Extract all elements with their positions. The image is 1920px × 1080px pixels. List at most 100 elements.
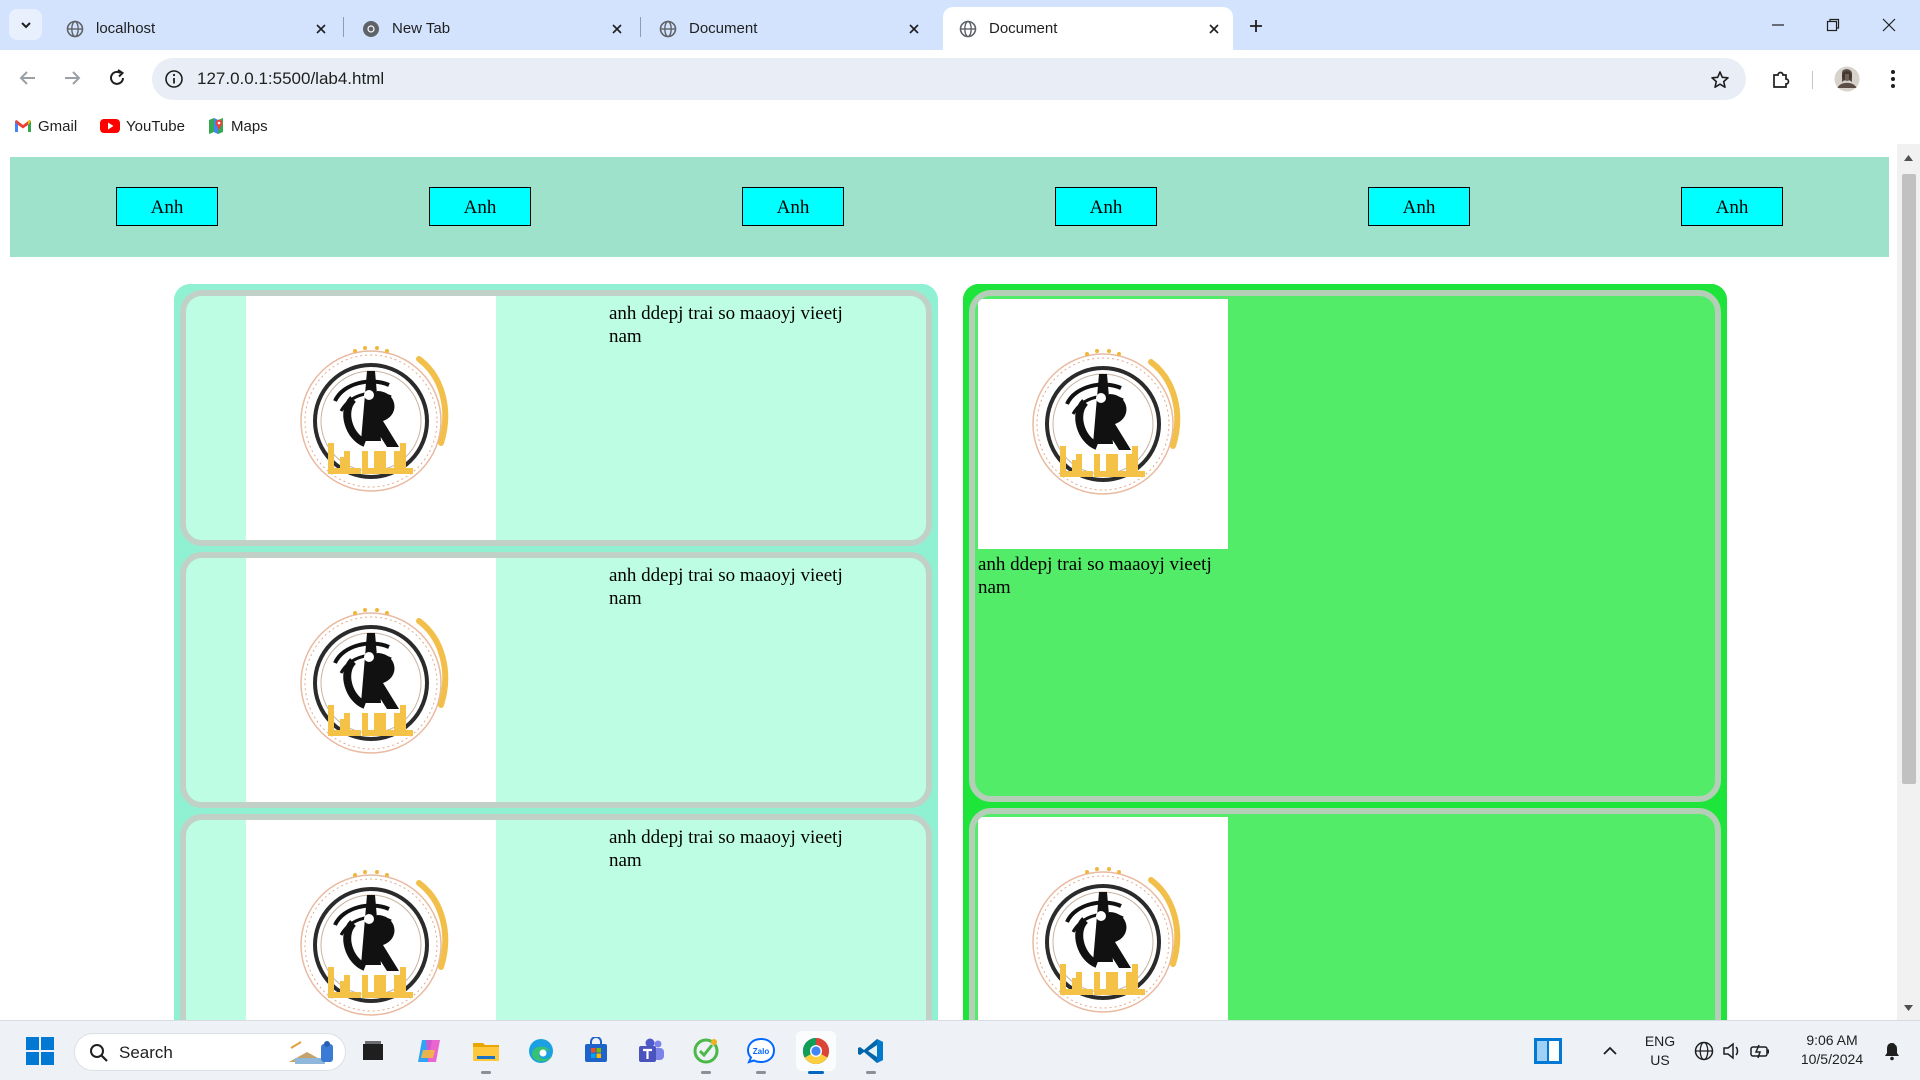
region-code: US (1650, 1052, 1670, 1068)
university-logo-image (246, 558, 496, 802)
nav-button-6[interactable]: Anh (1681, 187, 1783, 226)
search-highlight-icon (289, 1041, 333, 1064)
bookmark-youtube[interactable]: YouTube (100, 114, 185, 138)
clock[interactable]: 9:06 AM 10/5/2024 (1790, 1032, 1874, 1067)
close-window-button[interactable] (1862, 8, 1916, 42)
kebab-menu-icon (1891, 70, 1895, 88)
search-placeholder: Search (119, 1043, 173, 1062)
card: anh ddepj trai so maaoyj vieetj nam (180, 552, 932, 808)
nav-button-5[interactable]: Anh (1368, 187, 1470, 226)
bookmark-maps[interactable]: Maps (207, 114, 268, 138)
crest-graphic (300, 346, 449, 492)
restore-button[interactable] (1806, 8, 1860, 42)
globe-icon (659, 20, 677, 37)
taskbar-app-zalo[interactable]: Zalo (741, 1031, 781, 1074)
youtube-icon (100, 119, 120, 133)
notifications-button[interactable] (1874, 1031, 1910, 1071)
language-indicator[interactable]: ENG US (1640, 1033, 1680, 1068)
university-logo-image (978, 817, 1228, 1020)
page-viewport: Anh Anh Anh Anh Anh Anh anh ddepj trai s… (0, 144, 1920, 1020)
edge-icon (529, 1039, 553, 1063)
taskbar-app-widgets[interactable] (353, 1031, 393, 1071)
minimize-button[interactable] (1751, 8, 1805, 42)
volume-icon (1723, 1042, 1739, 1060)
taskbar-app-store[interactable] (576, 1031, 616, 1071)
start-button[interactable] (20, 1031, 60, 1071)
nav-button-1[interactable]: Anh (116, 187, 218, 226)
copilot-icon (418, 1040, 440, 1062)
search-icon (90, 1044, 108, 1062)
tab-document-active[interactable]: Document (943, 7, 1233, 50)
tab-localhost[interactable]: localhost (50, 7, 340, 50)
globe-icon (66, 20, 84, 37)
tray-overflow-button[interactable] (1590, 1031, 1630, 1071)
reload-button[interactable] (102, 63, 132, 93)
address-bar[interactable]: 127.0.0.1:5500/lab4.html (152, 58, 1746, 100)
card-text: anh ddepj trai so maaoyj vieetj nam (609, 565, 843, 609)
taskbar-app-edge[interactable] (521, 1031, 561, 1071)
tab-title: localhost (96, 20, 156, 37)
new-tab-button[interactable] (1242, 12, 1270, 40)
tab-title: Document (989, 20, 1058, 37)
network-globe-icon (1694, 1041, 1714, 1061)
chrome-icon (802, 1037, 830, 1065)
folder-icon (473, 1043, 499, 1061)
nav-button-3[interactable]: Anh (742, 187, 844, 226)
card-text: anh ddepj trai so maaoyj vieetj nam (609, 827, 843, 871)
taskbar-app-vscode[interactable] (851, 1031, 891, 1074)
chrome-menu-button[interactable] (1878, 64, 1908, 94)
running-indicator (481, 1071, 491, 1074)
close-icon[interactable] (1203, 18, 1225, 40)
taskbar-search[interactable]: Search (74, 1033, 346, 1071)
tab-separator (343, 17, 344, 37)
nav-button-2[interactable]: Anh (429, 187, 531, 226)
back-button[interactable] (13, 63, 43, 93)
maps-icon (209, 118, 223, 134)
tab-search-button[interactable] (9, 9, 42, 40)
forward-button[interactable] (57, 63, 87, 93)
taskbar-app-file-explorer[interactable] (466, 1031, 506, 1074)
taskbar-app-qbittorrent[interactable] (686, 1031, 726, 1074)
bookmark-star-icon[interactable] (1708, 68, 1732, 92)
reload-icon (110, 69, 125, 85)
profile-avatar[interactable] (1832, 64, 1862, 94)
close-icon[interactable] (903, 18, 925, 40)
scroll-down-arrow-icon[interactable] (1901, 1000, 1916, 1015)
taskbar-app-copilot[interactable] (409, 1031, 449, 1071)
chrome-icon (363, 20, 379, 37)
bell-icon (1885, 1042, 1900, 1061)
browser-toolbar: 127.0.0.1:5500/lab4.html (0, 50, 1920, 108)
crest-graphic (300, 870, 449, 1016)
tray-status-icons[interactable] (1686, 1031, 1778, 1071)
crest-graphic (300, 608, 449, 754)
page-scrollbar[interactable] (1897, 144, 1920, 1020)
close-icon[interactable] (606, 18, 628, 40)
tab-title: Document (689, 20, 758, 37)
crest-graphic (1032, 349, 1181, 495)
taskbar-app-chrome[interactable] (796, 1031, 836, 1074)
university-logo-image (246, 296, 496, 540)
nav-button-4[interactable]: Anh (1055, 187, 1157, 226)
layout-icon (1534, 1038, 1562, 1064)
site-info-icon[interactable] (162, 67, 186, 91)
right-column: anh ddepj trai so maaoyj vieetj nam (963, 284, 1727, 1020)
vscode-icon (858, 1039, 883, 1063)
tray-widget-button[interactable] (1528, 1031, 1568, 1071)
tab-document-1[interactable]: Document (643, 7, 933, 50)
battery-icon (1750, 1044, 1769, 1059)
svg-text:Zalo: Zalo (753, 1047, 770, 1056)
scroll-up-arrow-icon[interactable] (1901, 150, 1916, 165)
chevron-up-icon (1603, 1046, 1617, 1055)
close-icon[interactable] (310, 18, 332, 40)
close-icon (1882, 18, 1896, 32)
avatar-icon (1834, 66, 1860, 92)
scrollbar-thumb[interactable] (1902, 174, 1916, 784)
bookmarks-bar: Gmail YouTube Maps (0, 108, 1920, 144)
gmail-icon (15, 120, 31, 132)
widgets-icon (363, 1041, 383, 1060)
extensions-button[interactable] (1766, 64, 1796, 94)
taskbar-app-teams[interactable] (631, 1031, 671, 1071)
card-text: anh ddepj trai so maaoyj vieetj nam (609, 303, 843, 347)
tab-new-tab[interactable]: New Tab (346, 7, 636, 50)
bookmark-gmail[interactable]: Gmail (14, 114, 77, 138)
